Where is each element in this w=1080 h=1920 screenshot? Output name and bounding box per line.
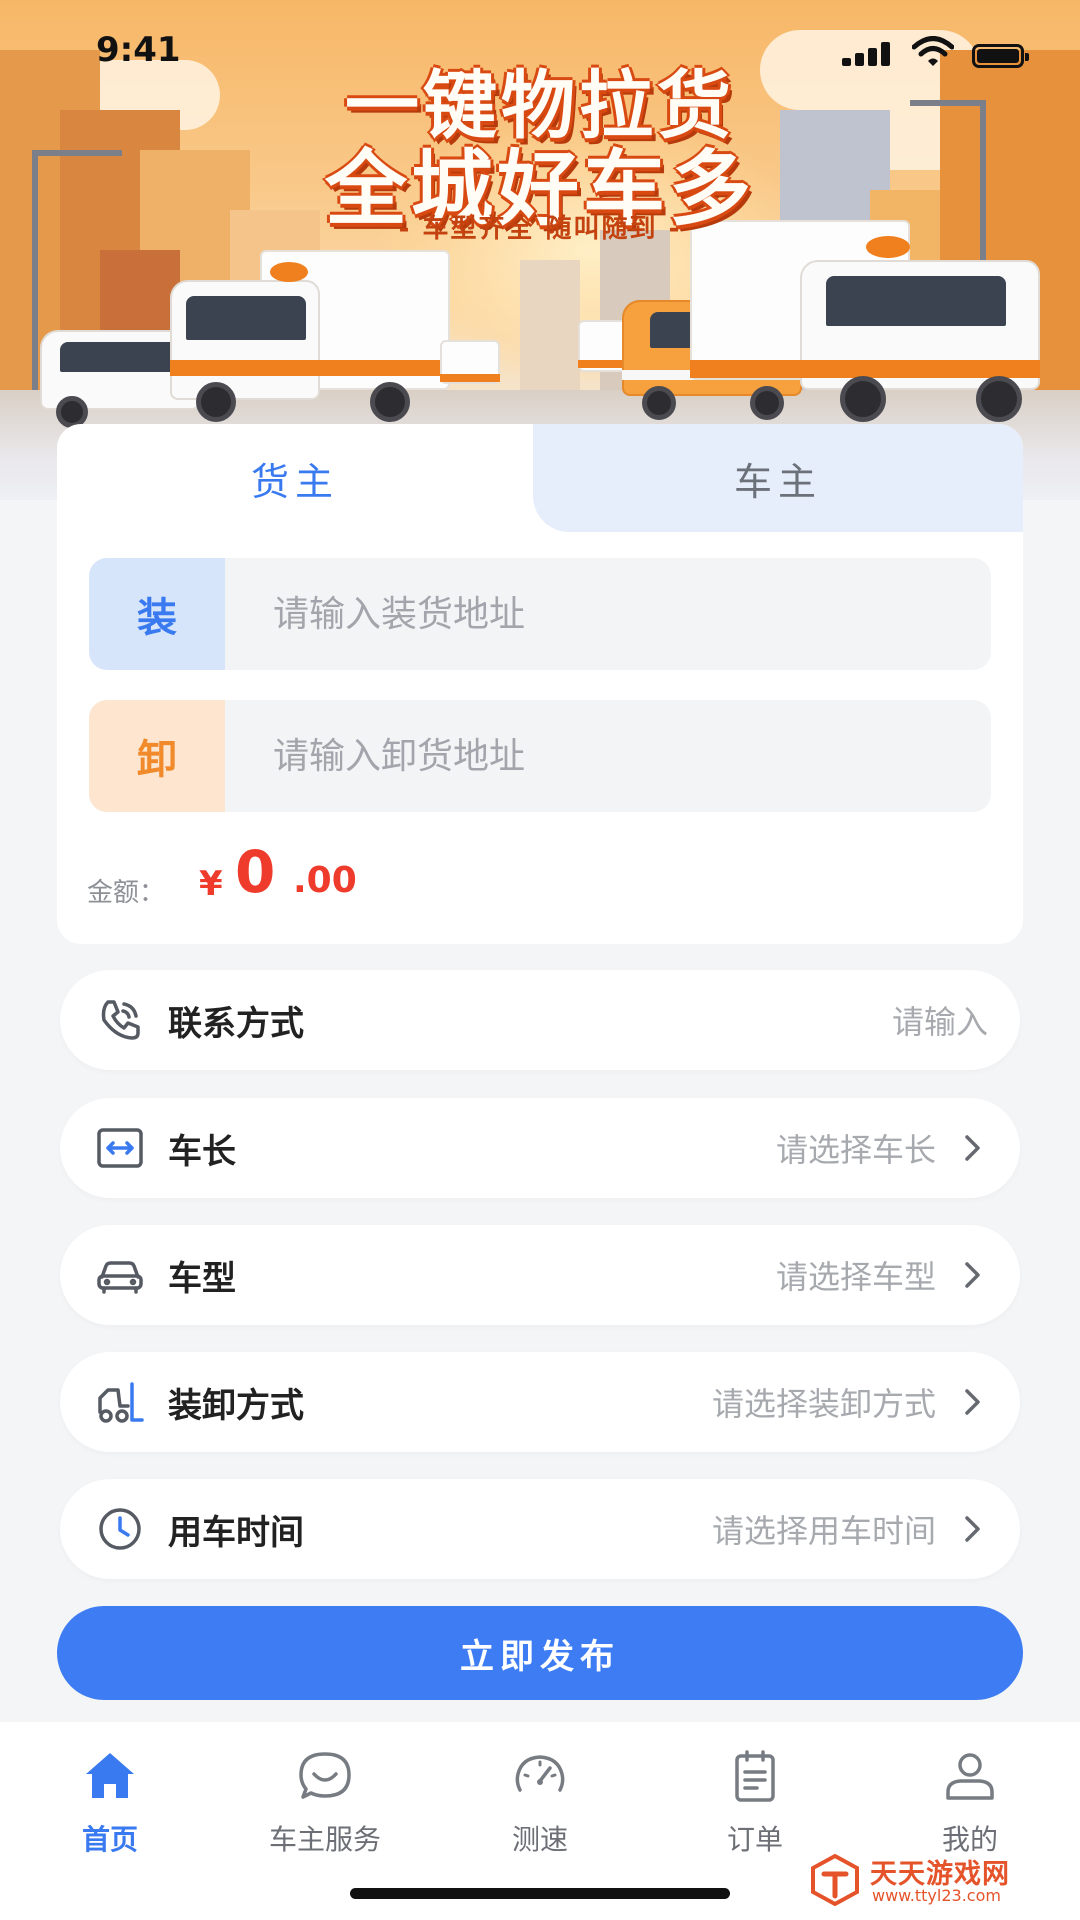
speedometer-icon <box>515 1755 565 1792</box>
cellular-signal-icon <box>842 42 894 66</box>
contact-value: 请输入 <box>891 1003 988 1041</box>
tab-driver-service-label: 车主服务 <box>268 1823 381 1856</box>
clipboard-icon <box>735 1750 775 1802</box>
tab-driver[interactable]: 车主 <box>533 424 1023 532</box>
vehicle-length-row[interactable]: 车长 请选择车长 <box>60 1098 1020 1198</box>
profile-icon <box>946 1753 994 1800</box>
usage-time-value: 请选择用车时间 <box>711 1512 936 1550</box>
chevron-right-icon <box>956 1132 988 1164</box>
tab-mine[interactable]: 我的 <box>890 1740 1050 1860</box>
length-icon <box>94 1122 146 1174</box>
amount-currency: ¥ <box>199 864 223 904</box>
loading-method-value: 请选择装卸方式 <box>711 1385 936 1423</box>
car-icon <box>94 1249 146 1301</box>
status-bar: 9:41 <box>0 0 1080 110</box>
chevron-right-icon <box>956 1513 988 1545</box>
phone-icon <box>94 994 146 1046</box>
tab-shipper[interactable]: 货主 <box>57 424 533 532</box>
chevron-right-icon <box>956 1259 988 1291</box>
vehicle-type-row[interactable]: 车型 请选择车型 <box>60 1225 1020 1325</box>
unload-badge: 卸 <box>89 700 225 812</box>
tab-speed-test[interactable]: 测速 <box>460 1740 620 1860</box>
usage-time-row[interactable]: 用车时间 请选择用车时间 <box>60 1479 1020 1579</box>
tab-orders[interactable]: 订单 <box>675 1740 835 1860</box>
load-address-row: 装 <box>89 558 991 670</box>
tab-speed-test-label: 测速 <box>511 1823 568 1856</box>
contact-label: 联系方式 <box>168 1003 304 1044</box>
amount-decimal: .00 <box>293 860 357 901</box>
load-address-input[interactable] <box>225 558 991 670</box>
forklift-icon <box>94 1376 146 1428</box>
tab-home-label: 首页 <box>81 1823 138 1856</box>
chat-icon <box>299 1752 351 1799</box>
order-form-card: 货主 车主 装 卸 金额： ¥ 0 .00 <box>57 424 1023 944</box>
publish-button[interactable]: 立即发布 <box>57 1606 1023 1700</box>
home-indicator[interactable] <box>350 1888 730 1899</box>
loading-method-row[interactable]: 装卸方式 请选择装卸方式 <box>60 1352 1020 1452</box>
loading-method-label: 装卸方式 <box>168 1385 304 1426</box>
tab-home[interactable]: 首页 <box>30 1740 190 1860</box>
watermark-logo-icon <box>808 1852 862 1907</box>
battery-icon <box>972 44 1029 68</box>
contact-row[interactable]: 联系方式 请输入 <box>60 970 1020 1070</box>
usage-time-label: 用车时间 <box>168 1512 304 1553</box>
vehicle-type-label: 车型 <box>168 1258 236 1299</box>
wifi-icon <box>911 36 955 68</box>
watermark-url: www.ttyl23.com <box>872 1886 1001 1905</box>
home-icon <box>86 1753 134 1798</box>
amount-label: 金额： <box>87 878 166 908</box>
unload-address-input[interactable] <box>225 700 991 812</box>
tab-driver-service[interactable]: 车主服务 <box>245 1740 405 1860</box>
amount-integer: 0 <box>235 838 276 906</box>
unload-address-row: 卸 <box>89 700 991 812</box>
vehicle-length-value: 请选择车长 <box>775 1131 936 1169</box>
load-badge: 装 <box>89 558 225 670</box>
banner-tagline: - 车型齐全 随叫随到 - <box>398 214 682 244</box>
chevron-right-icon <box>956 1386 988 1418</box>
vehicle-type-value: 请选择车型 <box>775 1258 936 1296</box>
status-time: 9:41 <box>96 30 181 70</box>
vehicle-length-label: 车长 <box>168 1131 236 1172</box>
site-watermark: 天天游戏网 www.ttyl23.com <box>808 1850 1058 1910</box>
clock-icon <box>94 1503 146 1555</box>
